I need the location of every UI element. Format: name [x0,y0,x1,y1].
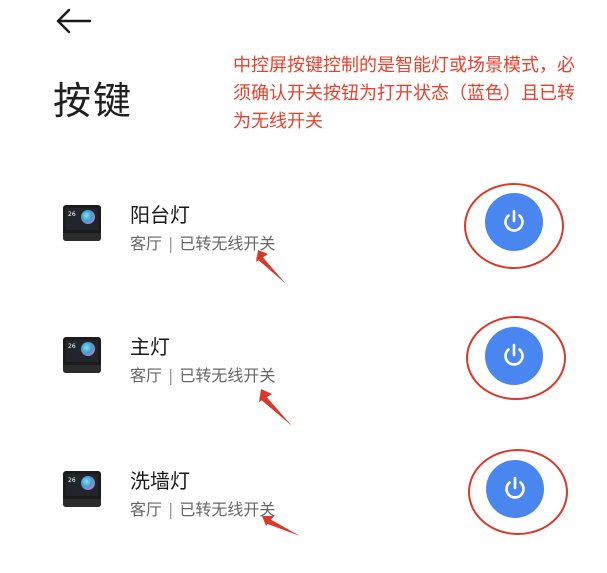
device-thumbnail: 26 [63,337,101,373]
device-room: 客厅 [130,500,163,519]
annotation-arrow [256,250,286,284]
arrow-left-icon [56,8,92,34]
highlight-ellipse [468,449,568,535]
annotation-arrow [262,516,300,536]
device-room: 客厅 [130,234,163,253]
device-thumbnail: 26 [63,471,101,507]
highlight-ellipse [464,183,564,269]
annotation-note: 中控屏按键控制的是智能灯或场景模式，必须确认开关按钮为打开状态（蓝色）且已转为无… [233,55,575,132]
annotation-arrow [259,389,292,426]
device-name: 阳台灯 [130,203,190,227]
separator: | [168,500,174,519]
device-thumbnail: 26 [63,205,101,241]
back-button[interactable] [54,6,94,36]
highlight-ellipse [466,316,566,400]
separator: | [168,234,174,253]
device-name: 主灯 [130,335,170,359]
device-room: 客厅 [130,366,163,385]
device-name: 洗墙灯 [130,469,190,493]
page-title: 按键 [53,79,134,123]
separator: | [168,366,174,385]
device-subtitle: 客厅 | 已转无线开关 [130,496,275,520]
